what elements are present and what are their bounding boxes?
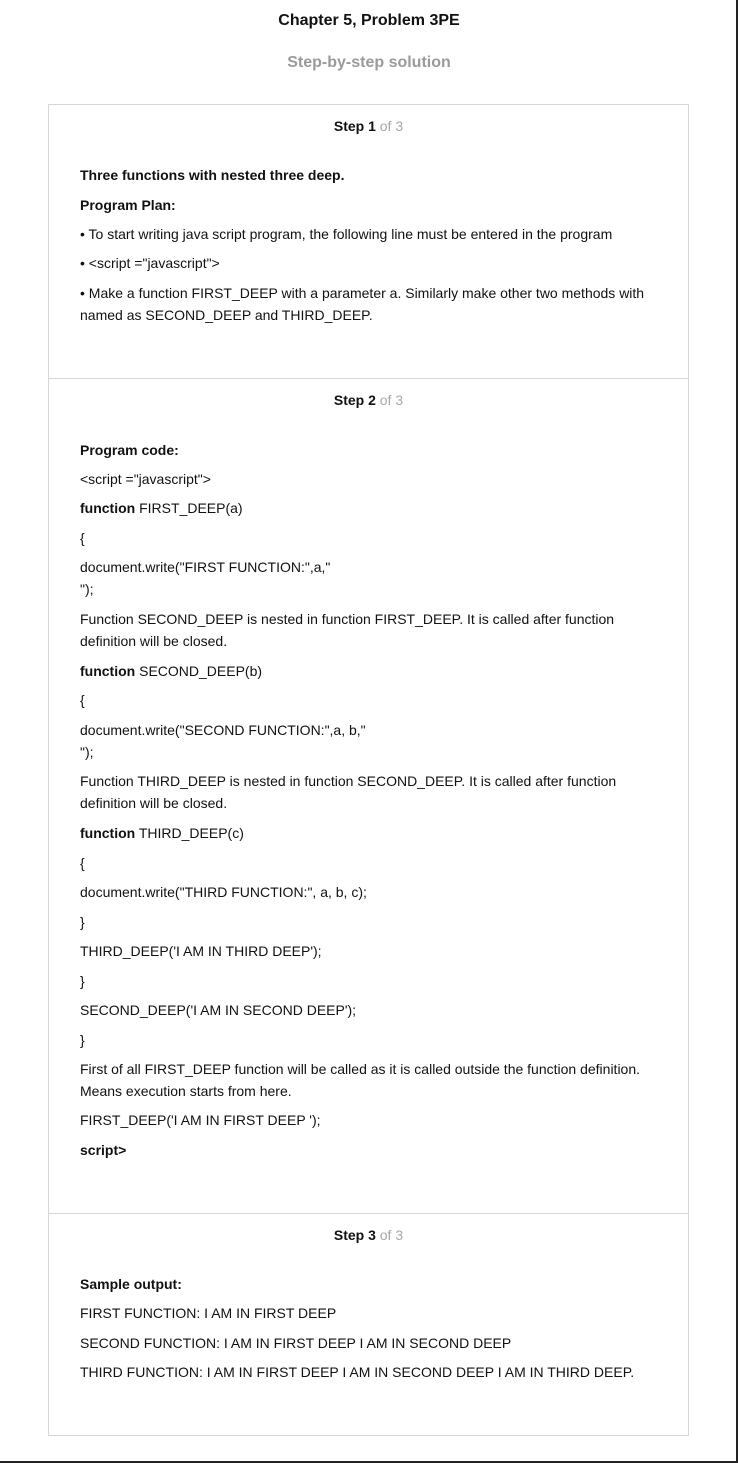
code-line-script-open: <script ="javascript"> <box>80 471 211 487</box>
code-line-write-first: document.write("FIRST FUNCTION:",a," "); <box>80 559 331 597</box>
code-line-third-deep-def: function THIRD_DEEP(c) <box>80 822 670 844</box>
code-line-brace-close: } <box>80 914 85 930</box>
step-2-header: Step 2 of 3 <box>49 392 688 408</box>
code-line-call-second: SECOND_DEEP('I AM IN SECOND DEEP'); <box>80 1002 357 1018</box>
step-1-intro: Three functions with nested three deep. <box>80 167 345 183</box>
page-subtitle: Step-by-step solution <box>287 54 451 71</box>
output-line-second: SECOND FUNCTION: I AM IN FIRST DEEP I AM… <box>80 1335 512 1351</box>
step-2-label: Step 2 <box>333 392 376 408</box>
code-line-write-second: document.write("SECOND FUNCTION:",a, b,"… <box>80 722 366 760</box>
code-keyword-function: function <box>80 500 136 516</box>
step-divider <box>49 378 688 379</box>
code-third-deep-signature: THIRD_DEEP(c) <box>135 825 244 841</box>
step-3-label: Step 3 <box>333 1227 376 1243</box>
output-line-first: FIRST FUNCTION: I AM IN FIRST DEEP <box>80 1305 337 1321</box>
code-line-brace-close: } <box>80 973 85 989</box>
code-line-call-first: FIRST_DEEP('I AM IN FIRST DEEP '); <box>80 1112 321 1128</box>
step-1-bullet-2: • <script ="javascript"> <box>80 255 220 271</box>
code-line-script-close: script> <box>80 1142 127 1158</box>
step-3-header: Step 3 of 3 <box>49 1227 688 1243</box>
step-1-bullet-1: • To start writing java script program, … <box>80 226 613 242</box>
step-1-header: Step 1 of 3 <box>49 118 688 134</box>
code-keyword-function: function <box>80 825 136 841</box>
code-line-first-deep-def: function FIRST_DEEP(a) <box>80 497 670 519</box>
step-1-of: of 3 <box>375 118 404 134</box>
code-first-deep-signature: FIRST_DEEP(a) <box>135 500 243 516</box>
solution-steps: Step 1 of 3 Three functions with nested … <box>48 104 689 1436</box>
step-2-note-third-deep: Function THIRD_DEEP is nested in functio… <box>80 773 621 811</box>
code-line-brace-close: } <box>80 1032 85 1048</box>
step-2-of: of 3 <box>375 392 404 408</box>
step-divider <box>49 1213 688 1214</box>
output-line-third: THIRD FUNCTION: I AM IN FIRST DEEP I AM … <box>80 1364 635 1380</box>
code-second-deep-signature: SECOND_DEEP(b) <box>135 663 263 679</box>
code-line-brace-open: { <box>80 855 85 871</box>
step-3-of: of 3 <box>375 1227 404 1243</box>
step-2-note-second-deep: Function SECOND_DEEP is nested in functi… <box>80 611 618 649</box>
code-keyword-function: function <box>80 663 136 679</box>
code-line-call-third: THIRD_DEEP('I AM IN THIRD DEEP'); <box>80 943 322 959</box>
step-1-bullet-3: • Make a function FIRST_DEEP with a para… <box>80 285 648 323</box>
step-1-plan-heading: Program Plan: <box>80 197 176 213</box>
step-2-code-heading: Program code: <box>80 442 179 458</box>
code-line-write-third: document.write("THIRD FUNCTION:", a, b, … <box>80 884 367 900</box>
step-1-label: Step 1 <box>333 118 376 134</box>
code-line-brace-open: { <box>80 530 85 546</box>
code-line-brace-open: { <box>80 692 85 708</box>
code-line-second-deep-def: function SECOND_DEEP(b) <box>80 660 670 682</box>
step-3-output-heading: Sample output: <box>80 1276 182 1292</box>
step-2-note-execution: First of all FIRST_DEEP function will be… <box>80 1061 644 1099</box>
page-title: Chapter 5, Problem 3PE <box>278 12 460 29</box>
